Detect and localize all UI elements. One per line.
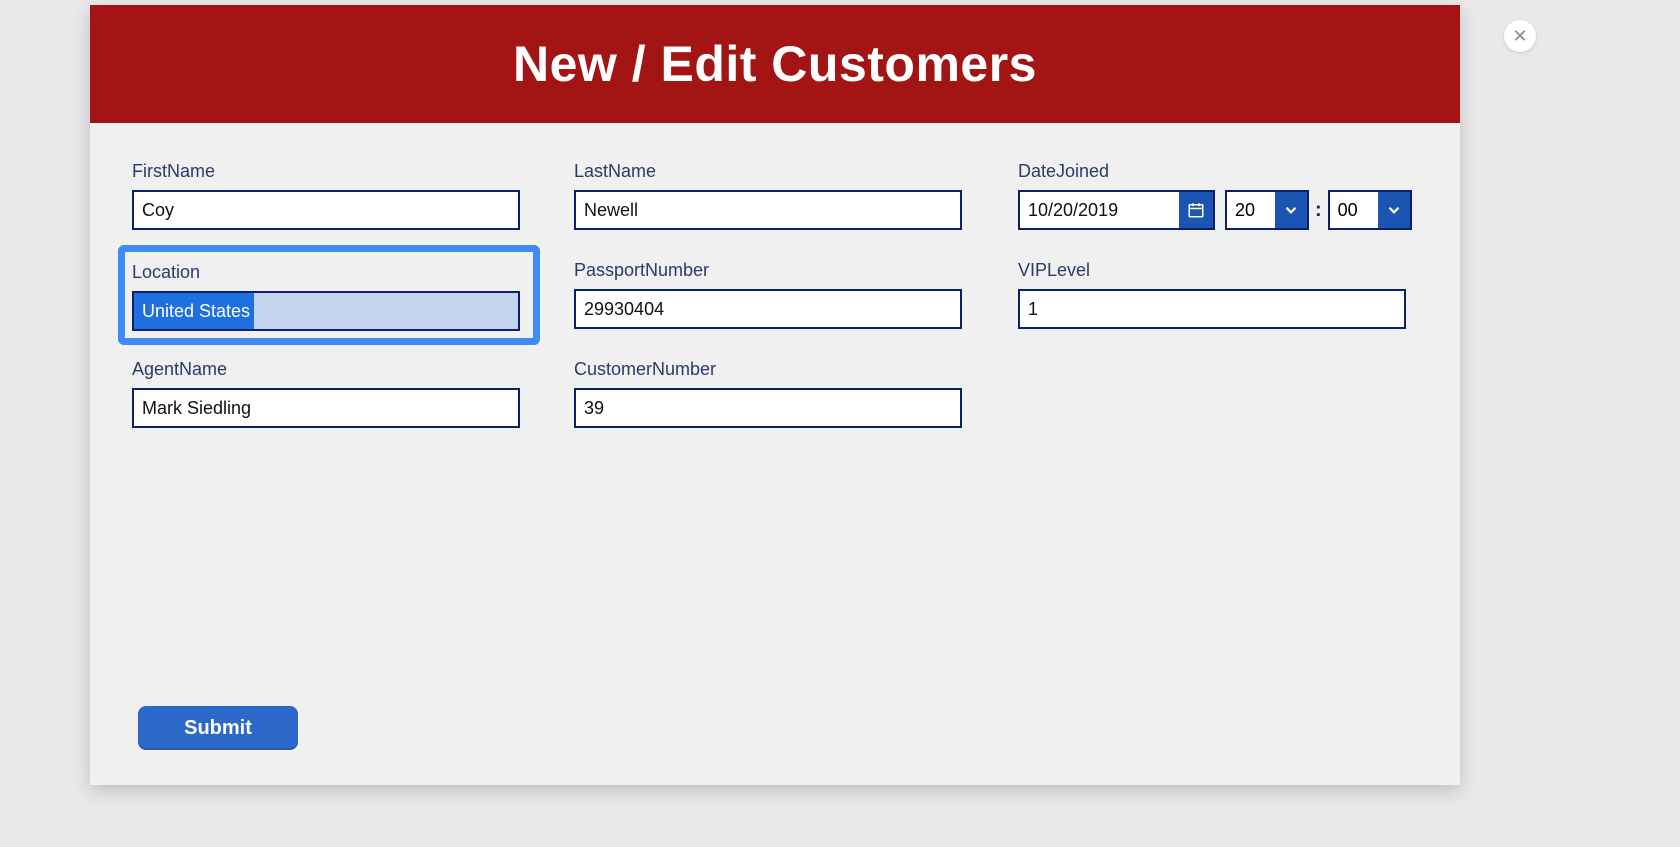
datepicker[interactable]: 10/20/2019 xyxy=(1018,190,1215,230)
minute-value: 00 xyxy=(1330,192,1378,228)
field-location: Location United States xyxy=(132,262,520,331)
input-passportnumber[interactable] xyxy=(574,289,962,329)
datejoined-group: 10/20/2019 20 : 00 xyxy=(1018,190,1412,230)
field-viplevel: VIPLevel xyxy=(1018,260,1406,329)
chevron-down-icon[interactable] xyxy=(1378,192,1410,228)
input-viplevel[interactable] xyxy=(1018,289,1406,329)
label-viplevel: VIPLevel xyxy=(1018,260,1406,281)
input-agentname[interactable] xyxy=(132,388,520,428)
field-firstname: FirstName xyxy=(132,161,520,230)
label-datejoined: DateJoined xyxy=(1018,161,1412,182)
input-customernumber[interactable] xyxy=(574,388,962,428)
field-agentname: AgentName xyxy=(132,359,520,428)
close-button[interactable]: ✕ xyxy=(1504,20,1536,52)
field-customernumber: CustomerNumber xyxy=(574,359,962,428)
form-body: FirstName LastName DateJoined 10/20/2019… xyxy=(90,123,1460,785)
chevron-down-icon[interactable] xyxy=(1275,192,1307,228)
submit-button[interactable]: Submit xyxy=(138,706,298,750)
modal-dialog: New / Edit Customers FirstName LastName … xyxy=(90,5,1460,785)
label-lastname: LastName xyxy=(574,161,962,182)
input-lastname[interactable] xyxy=(574,190,962,230)
hour-value: 20 xyxy=(1227,192,1275,228)
label-location: Location xyxy=(132,262,520,283)
label-agentname: AgentName xyxy=(132,359,520,380)
label-firstname: FirstName xyxy=(132,161,520,182)
label-passportnumber: PassportNumber xyxy=(574,260,962,281)
modal-header: New / Edit Customers xyxy=(90,5,1460,123)
datepicker-value: 10/20/2019 xyxy=(1020,192,1179,228)
hour-select[interactable]: 20 xyxy=(1225,190,1309,230)
time-separator: : xyxy=(1315,199,1322,222)
input-location-selection: United States xyxy=(134,293,254,329)
field-lastname: LastName xyxy=(574,161,962,230)
field-passportnumber: PassportNumber xyxy=(574,260,962,329)
calendar-icon[interactable] xyxy=(1179,192,1213,228)
field-datejoined: DateJoined 10/20/2019 20 : 00 xyxy=(1018,161,1412,230)
label-customernumber: CustomerNumber xyxy=(574,359,962,380)
input-location[interactable]: United States xyxy=(132,291,520,331)
input-firstname[interactable] xyxy=(132,190,520,230)
minute-select[interactable]: 00 xyxy=(1328,190,1412,230)
modal-title: New / Edit Customers xyxy=(513,35,1037,93)
